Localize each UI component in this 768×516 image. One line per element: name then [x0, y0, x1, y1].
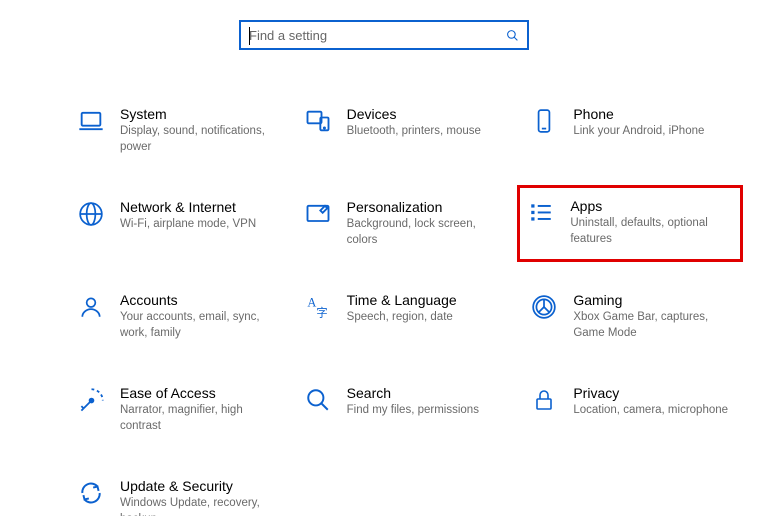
search-input[interactable]: [249, 28, 506, 43]
apps-list-icon: [526, 198, 556, 228]
tile-accounts[interactable]: Accounts Your accounts, email, sync, wor…: [68, 284, 288, 349]
tile-text: Privacy Location, camera, microphone: [573, 385, 728, 419]
tile-text: Time & Language Speech, region, date: [347, 292, 457, 326]
search-icon: [506, 29, 519, 42]
tile-title: Network & Internet: [120, 199, 256, 215]
settings-grid: System Display, sound, notifications, po…: [0, 98, 768, 516]
devices-icon: [303, 106, 333, 136]
tile-text: Phone Link your Android, iPhone: [573, 106, 704, 140]
laptop-icon: [76, 106, 106, 136]
tile-title: Phone: [573, 106, 704, 122]
tile-title: Apps: [570, 198, 730, 214]
tile-title: Privacy: [573, 385, 728, 401]
text-caret: [249, 27, 250, 45]
tile-update-security[interactable]: Update & Security Windows Update, recove…: [68, 470, 288, 516]
tile-title: Time & Language: [347, 292, 457, 308]
tile-desc: Bluetooth, printers, mouse: [347, 124, 481, 140]
tile-text: System Display, sound, notifications, po…: [120, 106, 280, 155]
gaming-icon: [529, 292, 559, 322]
svg-text:字: 字: [317, 305, 328, 319]
tile-ease-of-access[interactable]: Ease of Access Narrator, magnifier, high…: [68, 377, 288, 442]
tile-text: Personalization Background, lock screen,…: [347, 199, 507, 248]
tile-text: Ease of Access Narrator, magnifier, high…: [120, 385, 280, 434]
tile-devices[interactable]: Devices Bluetooth, printers, mouse: [295, 98, 515, 163]
svg-text:A: A: [308, 295, 317, 309]
lock-icon: [529, 385, 559, 415]
tile-desc: Link your Android, iPhone: [573, 124, 704, 140]
tile-title: Update & Security: [120, 478, 280, 494]
tile-title: Personalization: [347, 199, 507, 215]
tile-desc: Windows Update, recovery, backup: [120, 496, 280, 516]
tile-title: Accounts: [120, 292, 280, 308]
tile-time-language[interactable]: A 字 Time & Language Speech, region, date: [295, 284, 515, 349]
tile-phone[interactable]: Phone Link your Android, iPhone: [521, 98, 741, 163]
tile-title: Gaming: [573, 292, 733, 308]
tile-text: Update & Security Windows Update, recove…: [120, 478, 280, 516]
tile-gaming[interactable]: Gaming Xbox Game Bar, captures, Game Mod…: [521, 284, 741, 349]
search-box[interactable]: [239, 20, 529, 50]
tile-search[interactable]: Search Find my files, permissions: [295, 377, 515, 442]
tile-desc: Your accounts, email, sync, work, family: [120, 310, 280, 341]
tile-desc: Xbox Game Bar, captures, Game Mode: [573, 310, 733, 341]
tile-text: Network & Internet Wi-Fi, airplane mode,…: [120, 199, 256, 233]
tile-desc: Uninstall, defaults, optional features: [570, 216, 730, 247]
phone-icon: [529, 106, 559, 136]
tile-desc: Location, camera, microphone: [573, 403, 728, 419]
tile-desc: Wi-Fi, airplane mode, VPN: [120, 217, 256, 233]
tile-title: System: [120, 106, 280, 122]
tile-desc: Display, sound, notifications, power: [120, 124, 280, 155]
globe-icon: [76, 199, 106, 229]
tile-privacy[interactable]: Privacy Location, camera, microphone: [521, 377, 741, 442]
tile-text: Gaming Xbox Game Bar, captures, Game Mod…: [573, 292, 733, 341]
tile-network[interactable]: Network & Internet Wi-Fi, airplane mode,…: [68, 191, 288, 256]
tile-text: Accounts Your accounts, email, sync, wor…: [120, 292, 280, 341]
tile-desc: Narrator, magnifier, high contrast: [120, 403, 280, 434]
tile-title: Devices: [347, 106, 481, 122]
tile-desc: Speech, region, date: [347, 310, 457, 326]
tile-personalization[interactable]: Personalization Background, lock screen,…: [295, 191, 515, 256]
tile-text: Search Find my files, permissions: [347, 385, 479, 419]
update-icon: [76, 478, 106, 508]
tile-apps[interactable]: Apps Uninstall, defaults, optional featu…: [517, 185, 743, 262]
ease-of-access-icon: [76, 385, 106, 415]
tile-text: Apps Uninstall, defaults, optional featu…: [570, 198, 730, 247]
tile-desc: Find my files, permissions: [347, 403, 479, 419]
tile-title: Ease of Access: [120, 385, 280, 401]
tile-title: Search: [347, 385, 479, 401]
time-language-icon: A 字: [303, 292, 333, 322]
tile-text: Devices Bluetooth, printers, mouse: [347, 106, 481, 140]
tile-desc: Background, lock screen, colors: [347, 217, 507, 248]
person-icon: [76, 292, 106, 322]
personalization-icon: [303, 199, 333, 229]
settings-home: System Display, sound, notifications, po…: [0, 0, 768, 516]
search-bar-container: [0, 20, 768, 50]
tile-system[interactable]: System Display, sound, notifications, po…: [68, 98, 288, 163]
magnifier-icon: [303, 385, 333, 415]
